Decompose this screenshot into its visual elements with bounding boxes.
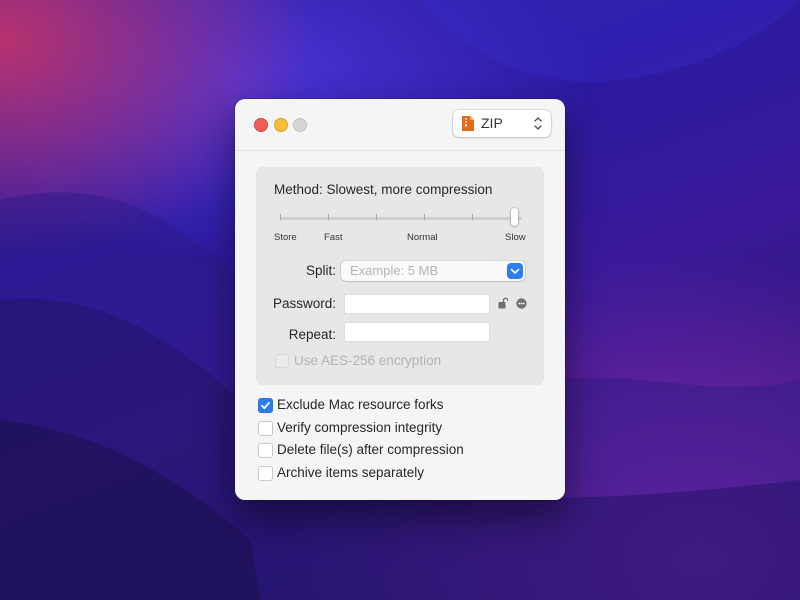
chevron-up-down-icon xyxy=(534,117,542,130)
option-label: Verify compression integrity xyxy=(277,420,443,435)
split-popup[interactable]: Example: 5 MB xyxy=(341,261,525,281)
option-label: Archive items separately xyxy=(277,465,425,480)
option-label: Exclude Mac resource forks xyxy=(277,397,444,412)
checkmark-icon xyxy=(261,401,270,410)
slider-tick xyxy=(424,214,425,220)
titlebar: ZIP xyxy=(235,99,565,151)
slider-tick xyxy=(376,214,377,220)
compression-slider-knob[interactable] xyxy=(511,208,518,226)
slider-tick xyxy=(328,214,329,220)
compression-slider-track[interactable] xyxy=(280,217,522,220)
split-label: Split: xyxy=(305,263,336,278)
checkbox-exclude-resource-forks[interactable] xyxy=(258,398,273,413)
tick-label-fast: Fast xyxy=(324,232,343,243)
unlocked-lock-icon[interactable] xyxy=(498,297,508,309)
settings-panel: Method: Slowest, more compression Store … xyxy=(256,167,544,385)
checkbox-archive-separately[interactable] xyxy=(258,466,273,481)
option-label: Delete file(s) after compression xyxy=(277,442,464,457)
checkbox-verify-integrity[interactable] xyxy=(258,421,273,436)
password-field[interactable] xyxy=(344,294,490,314)
tick-label-store: Store xyxy=(274,232,297,243)
tick-label-normal: Normal xyxy=(407,232,438,243)
repeat-password-field[interactable] xyxy=(344,322,490,342)
method-label: Method: Slowest, more compression xyxy=(274,182,493,197)
zip-file-icon xyxy=(462,116,474,131)
tick-label-slow: Slow xyxy=(505,232,526,243)
close-button[interactable] xyxy=(254,118,268,132)
password-label: Password: xyxy=(272,296,336,311)
aes-checkbox[interactable] xyxy=(275,354,289,368)
repeat-label: Repeat: xyxy=(288,327,336,342)
format-popup[interactable]: ZIP xyxy=(453,110,551,137)
split-dropdown-button[interactable] xyxy=(507,263,523,279)
zoom-button xyxy=(293,118,307,132)
checkbox-delete-after[interactable] xyxy=(258,443,273,458)
reveal-password-icon[interactable] xyxy=(516,298,527,309)
aes-label: Use AES-256 encryption xyxy=(294,353,442,368)
slider-tick xyxy=(280,214,281,220)
format-label: ZIP xyxy=(481,115,503,131)
minimize-button[interactable] xyxy=(274,118,288,132)
slider-tick xyxy=(472,214,473,220)
split-placeholder: Example: 5 MB xyxy=(350,263,439,278)
chevron-down-icon xyxy=(510,268,520,274)
archive-dialog: ZIP Method: Slowest, more compression St… xyxy=(235,99,565,500)
